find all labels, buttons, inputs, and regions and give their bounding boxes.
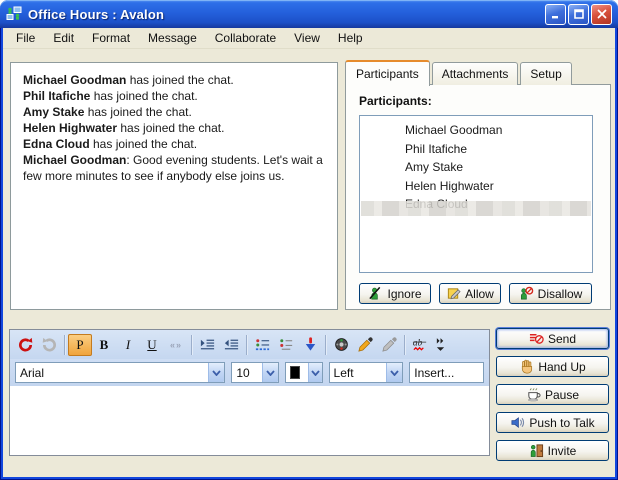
title-bar[interactable]: Office Hours : Avalon [0,0,618,28]
participants-panel: Participants: Michael Goodman Phil Itafi… [345,84,611,310]
chat-message: Michael Goodman has joined the chat. [23,72,325,88]
close-button[interactable] [591,4,612,25]
chat-message: Amy Stake has joined the chat. [23,104,325,120]
chat-message: Michael Goodman: Good evening students. … [23,152,325,184]
ignore-user-icon [368,286,383,301]
alignment-value: Left [330,366,387,380]
disallow-user-icon [519,286,534,301]
underline-button[interactable]: U [140,334,164,356]
participants-list[interactable]: Michael Goodman Phil Itafiche Amy Stake … [359,115,593,273]
send-button[interactable]: Send [496,328,609,349]
font-family-value: Arial [16,366,208,380]
tab-participants[interactable]: Participants [345,60,430,86]
chat-message: Phil Itafiche has joined the chat. [23,88,325,104]
dropdown-arrow-icon[interactable] [208,363,224,382]
dropdown-arrow-icon[interactable] [262,363,278,382]
menu-view[interactable]: View [285,28,329,48]
format-toolbar: P B I U «» [10,330,489,359]
font-family-select[interactable]: Arial [15,362,225,383]
window-title: Office Hours : Avalon [28,7,545,22]
menu-collaborate[interactable]: Collaborate [206,28,285,48]
insert-select[interactable]: Insert... [409,362,484,383]
client-area: File Edit Format Message Collaborate Vie… [3,28,615,477]
tab-attachments[interactable]: Attachments [432,62,519,85]
menu-file[interactable]: File [7,28,44,48]
tab-setup[interactable]: Setup [520,62,571,85]
app-icon [6,6,23,23]
participant-row[interactable]: Michael Goodman [360,121,592,140]
hand-up-button[interactable]: Hand Up [496,356,609,377]
svg-text:ab: ab [412,338,422,348]
insert-down-arrow-icon[interactable] [298,334,322,356]
action-buttons: Send Hand Up [496,328,609,461]
dropdown-arrow-icon[interactable] [308,363,321,382]
chat-message: Helen Highwater has joined the chat. [23,120,325,136]
toolbar-separator [246,335,247,355]
moderation-buttons: Ignore Allow [359,283,592,304]
font-toolbar: Arial 10 [10,359,489,386]
font-size-select[interactable]: 10 [231,362,278,383]
push-to-talk-icon [510,415,525,430]
participant-row[interactable]: Amy Stake [360,158,592,177]
menu-help[interactable]: Help [329,28,372,48]
font-size-value: 10 [232,366,261,380]
disallow-button[interactable]: Disallow [509,283,592,304]
allow-icon [446,286,461,301]
toolbar-separator [325,335,326,355]
pause-coffee-icon [526,387,541,402]
toolbar-separator [404,335,405,355]
chat-transcript[interactable]: Michael Goodman has joined the chat. Phi… [10,62,338,310]
tab-strip: Participants Attachments Setup [345,59,574,85]
dropdown-arrow-icon[interactable] [386,363,402,382]
toolbar-overflow-icon[interactable] [432,334,448,356]
highlighter-icon[interactable] [353,334,377,356]
compose-area: P B I U «» [9,329,490,456]
toolbar-separator [64,335,65,355]
minimize-button[interactable] [545,4,566,25]
hand-up-icon [519,359,534,374]
color-swatch [290,366,301,379]
menu-message[interactable]: Message [139,28,206,48]
participant-row[interactable]: Phil Itafiche [360,140,592,159]
wheel-icon[interactable] [329,334,353,356]
menu-bar: File Edit Format Message Collaborate Vie… [3,28,615,49]
ignore-button[interactable]: Ignore [359,283,431,304]
invite-button[interactable]: Invite [496,440,609,461]
pause-button[interactable]: Pause [496,384,609,405]
insert-value: Insert... [410,366,483,380]
spellcheck-icon[interactable]: ab [408,334,432,356]
font-color-select[interactable] [285,362,323,383]
chat-message: Edna Cloud has joined the chat. [23,136,325,152]
bullet-list-icon[interactable] [250,334,274,356]
format-painter-icon[interactable] [377,334,401,356]
html-tags-icon[interactable]: «» [164,334,188,356]
participant-row[interactable]: Helen Highwater [360,177,592,196]
push-to-talk-button[interactable]: Push to Talk [496,412,609,433]
italic-button[interactable]: I [116,334,140,356]
toolbar-separator [191,335,192,355]
send-icon [529,331,544,346]
pixelation-artifact [361,201,591,216]
menu-edit[interactable]: Edit [44,28,83,48]
alignment-select[interactable]: Left [329,362,404,383]
invite-icon [529,443,544,458]
allow-button[interactable]: Allow [439,283,501,304]
message-input[interactable] [10,386,489,455]
undo-icon[interactable] [13,334,37,356]
numbered-list-icon[interactable] [274,334,298,356]
paragraph-button[interactable]: P [68,334,92,356]
indent-decrease-icon[interactable] [219,334,243,356]
app-window: Office Hours : Avalon File Edit Format M… [0,0,618,480]
participants-heading: Participants: [359,94,432,108]
bold-button[interactable]: B [92,334,116,356]
menu-format[interactable]: Format [83,28,139,48]
maximize-button[interactable] [568,4,589,25]
indent-increase-icon[interactable] [195,334,219,356]
redo-icon[interactable] [37,334,61,356]
